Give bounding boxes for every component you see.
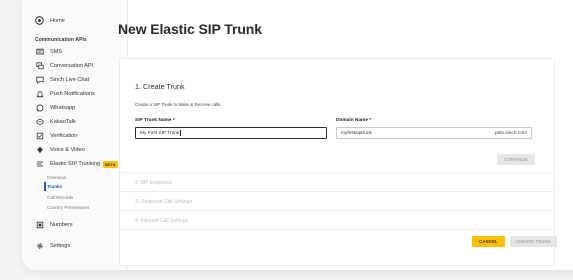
home-icon: [35, 16, 44, 25]
sip-icon: [35, 160, 44, 169]
step-1-description: Create a SIP Trunk to Make & Receive cal…: [135, 102, 222, 107]
sidebar-item-label: Settings: [50, 243, 71, 249]
sidebar-item-push-notifications[interactable]: Push Notifications: [35, 89, 95, 99]
whatsapp-icon: [35, 104, 44, 113]
sidebar: Home Communication APIs SMS Conversation…: [22, 0, 128, 270]
text-cursor: [180, 130, 181, 136]
trunk-name-input[interactable]: My First SIP Trunk: [135, 127, 327, 139]
live-chat-icon: [35, 76, 44, 85]
domain-name-input[interactable]: myfirstsiptrunk .pstn.sinch.com: [336, 127, 532, 139]
step-2-title[interactable]: 2. SIP Endpoints: [135, 180, 172, 186]
trunk-name-label: SIP Trunk Name *: [135, 118, 175, 123]
sidebar-item-elastic-sip-trunking[interactable]: Elastic SIP Trunking BETA: [35, 159, 118, 169]
sidebar-item-label: Whatsapp: [50, 105, 76, 111]
sidebar-section-title: Communication APIs: [35, 37, 87, 43]
domain-name-value: myfirstsiptrunk: [341, 130, 372, 136]
sidebar-item-numbers[interactable]: Numbers: [35, 220, 73, 230]
step-1-title[interactable]: 1. Create Trunk: [135, 82, 185, 91]
domain-suffix: .pstn.sinch.com: [493, 131, 527, 136]
continue-button[interactable]: CONTINUE: [497, 154, 535, 165]
step-4-title[interactable]: 4. Inbound Call Settings: [135, 218, 188, 224]
sidebar-item-sms[interactable]: SMS: [35, 47, 62, 57]
kakaotalk-icon: [35, 118, 44, 127]
divider: [120, 172, 554, 173]
active-indicator: [44, 182, 46, 191]
sms-icon: [35, 48, 44, 57]
sidebar-item-voice-video[interactable]: Voice & Video: [35, 145, 85, 155]
cancel-button[interactable]: CANCEL: [472, 236, 505, 247]
sidebar-home-label: Home: [50, 17, 65, 24]
sidebar-item-label: Numbers: [50, 222, 73, 228]
numbers-icon: [35, 221, 44, 230]
sidebar-item-label: Push Notifications: [50, 91, 95, 97]
sidebar-item-label: SMS: [50, 49, 63, 55]
sidebar-subitem-trunks[interactable]: Trunks: [47, 184, 62, 189]
sidebar-item-label: Conversation API: [50, 63, 94, 69]
beta-badge: BETA: [102, 160, 118, 168]
sidebar-item-label: Voice & Video: [50, 147, 85, 153]
step-3-title[interactable]: 3. Outbound Call Settings: [135, 199, 192, 205]
bell-icon: [35, 90, 44, 99]
sidebar-subitem-country-permissions[interactable]: Country Permissions: [47, 205, 89, 210]
sidebar-item-kakaotalk[interactable]: KakaoTalk: [35, 117, 76, 127]
sidebar-item-label: Elastic SIP Trunking: [50, 161, 100, 167]
sidebar-item-label: Verification: [50, 133, 78, 139]
sidebar-item-conversation-api[interactable]: Conversation API: [35, 61, 93, 71]
sidebar-item-label: Sinch Live Chat: [50, 77, 90, 83]
page-title: New Elastic SIP Trunk: [118, 21, 262, 37]
domain-name-label: Domain Name *: [336, 118, 372, 123]
trunk-name-value: My First SIP Trunk: [140, 130, 180, 136]
divider: [120, 210, 554, 211]
sidebar-item-live-chat[interactable]: Sinch Live Chat: [35, 75, 89, 85]
sidebar-subitem-overview[interactable]: Overview: [47, 175, 66, 180]
conversation-icon: [35, 62, 44, 71]
create-trunk-button[interactable]: CREATE TRUNK: [510, 236, 557, 247]
sidebar-item-home[interactable]: Home: [35, 16, 65, 25]
sidebar-item-whatsapp[interactable]: Whatsapp: [35, 103, 75, 113]
sidebar-item-settings[interactable]: Settings: [35, 241, 70, 251]
sidebar-subitem-call-records[interactable]: Call Records: [47, 195, 73, 200]
gear-icon: [35, 242, 44, 251]
voice-icon: [35, 146, 44, 155]
sidebar-item-label: KakaoTalk: [50, 119, 76, 125]
sidebar-item-verification[interactable]: Verification: [35, 131, 77, 141]
divider: [120, 229, 554, 230]
divider: [120, 191, 554, 192]
verification-icon: [35, 132, 44, 141]
